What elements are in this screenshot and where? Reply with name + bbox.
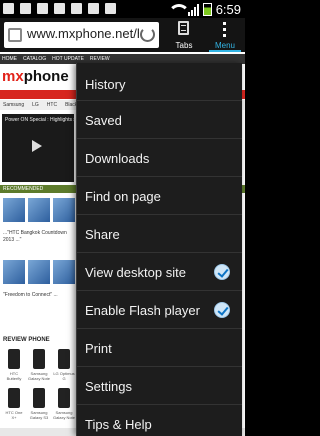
menu-item-label: Tips & Help: [85, 417, 152, 432]
url-text[interactable]: www.mxphone.net/ho...: [27, 26, 139, 41]
menu-item-label: Enable Flash player: [85, 303, 200, 318]
wifi-icon: [167, 3, 190, 16]
menu-item-print[interactable]: Print: [77, 329, 242, 367]
phone-label[interactable]: Samsung Galaxy S3: [28, 410, 50, 420]
status-bar: 6:59: [0, 0, 245, 18]
article-thumbnail[interactable]: [53, 198, 75, 222]
article-thumbnail[interactable]: [53, 260, 75, 284]
phone-thumbnail[interactable]: [8, 388, 20, 408]
menu-item-label: Find on page: [85, 189, 161, 204]
category-item[interactable]: HTC: [47, 100, 57, 110]
category-item[interactable]: Samsung: [3, 100, 24, 110]
status-indicators: 6:59: [167, 2, 241, 17]
phone-thumbnail[interactable]: [58, 388, 70, 408]
menu-item-share[interactable]: Share: [77, 215, 242, 253]
android-icon: [20, 3, 31, 14]
site-nav-item[interactable]: CATALOG: [23, 54, 46, 64]
notification-icons: [3, 3, 116, 14]
article-snippet[interactable]: ..."HTC Bangkok Countdown 2013 ...": [3, 230, 71, 244]
menu-item-enable-flash-player[interactable]: Enable Flash player: [77, 291, 242, 329]
tabs-icon: [178, 21, 189, 35]
site-nav-item[interactable]: HOME: [2, 54, 17, 64]
menu-item-settings[interactable]: Settings: [77, 367, 242, 405]
menu-item-label: Print: [85, 341, 112, 356]
phone-label[interactable]: HTC One X+: [3, 410, 25, 420]
article-snippet[interactable]: "Freedom to Connect" ...: [3, 292, 71, 299]
article-thumbnail[interactable]: [28, 198, 50, 222]
overflow-menu: History Saved Downloads Find on page Sha…: [76, 63, 242, 436]
phone-label[interactable]: Samsung Galaxy Note: [28, 371, 50, 381]
tabs-button[interactable]: Tabs: [164, 18, 204, 52]
phone-thumbnail[interactable]: [8, 349, 20, 369]
category-item[interactable]: LG: [32, 100, 39, 110]
menu-item-label: Settings: [85, 379, 132, 394]
section-title: RECOMMENDED: [3, 186, 44, 192]
menu-item-view-desktop-site[interactable]: View desktop site: [77, 253, 242, 291]
menu-item-label: History: [85, 77, 126, 92]
phone-label[interactable]: LG Optimus G: [53, 371, 75, 381]
site-logo[interactable]: mxphone: [2, 68, 69, 85]
menu-item-label: Downloads: [85, 151, 150, 166]
article-thumbnail[interactable]: [3, 198, 25, 222]
browser-toolbar: www.mxphone.net/ho... Tabs Menu: [0, 18, 245, 52]
menu-item-downloads[interactable]: Downloads: [77, 139, 242, 177]
facebook-icon: [71, 3, 82, 14]
review-section-title: REVIEW PHONE: [3, 337, 50, 343]
menu-item-saved[interactable]: Saved: [77, 101, 242, 139]
picture-icon: [54, 3, 65, 14]
menu-item-label: Saved: [85, 113, 122, 128]
phone-thumbnail[interactable]: [33, 388, 45, 408]
page-icon: [8, 28, 22, 42]
video-player[interactable]: Power ON Special : Highlights smartp...: [2, 114, 93, 182]
email-icon: [105, 3, 116, 14]
logo-suffix: phone: [23, 68, 69, 85]
menu-item-history[interactable]: History: [77, 63, 242, 101]
play-icon[interactable]: [32, 140, 42, 152]
clock: 6:59: [215, 2, 241, 17]
tabs-label: Tabs: [175, 41, 193, 50]
checkmark-icon[interactable]: [214, 302, 230, 318]
menu-item-label: View desktop site: [85, 265, 186, 280]
menu-button[interactable]: Menu: [205, 18, 245, 52]
overflow-menu-icon: [223, 22, 226, 40]
address-bar[interactable]: www.mxphone.net/ho...: [4, 22, 159, 48]
battery-icon: [202, 3, 212, 16]
menu-item-tips-help[interactable]: Tips & Help: [77, 405, 242, 436]
menu-item-label: Share: [85, 227, 120, 242]
menu-item-find-on-page[interactable]: Find on page: [77, 177, 242, 215]
article-thumbnail[interactable]: [28, 260, 50, 284]
gallery-icon: [3, 3, 14, 14]
phone-thumbnail[interactable]: [33, 349, 45, 369]
picture-icon: [37, 3, 48, 14]
checkmark-icon[interactable]: [214, 264, 230, 280]
phone-thumbnail[interactable]: [58, 349, 70, 369]
phone-label[interactable]: Samsung Galaxy Note: [53, 410, 75, 420]
logo-prefix: mx: [2, 68, 24, 85]
gmail-icon: [88, 3, 99, 14]
menu-label: Menu: [214, 41, 235, 50]
article-thumbnail[interactable]: [3, 260, 25, 284]
phone-label[interactable]: HTC Butterfly: [3, 371, 25, 381]
reload-icon[interactable]: [140, 27, 155, 42]
